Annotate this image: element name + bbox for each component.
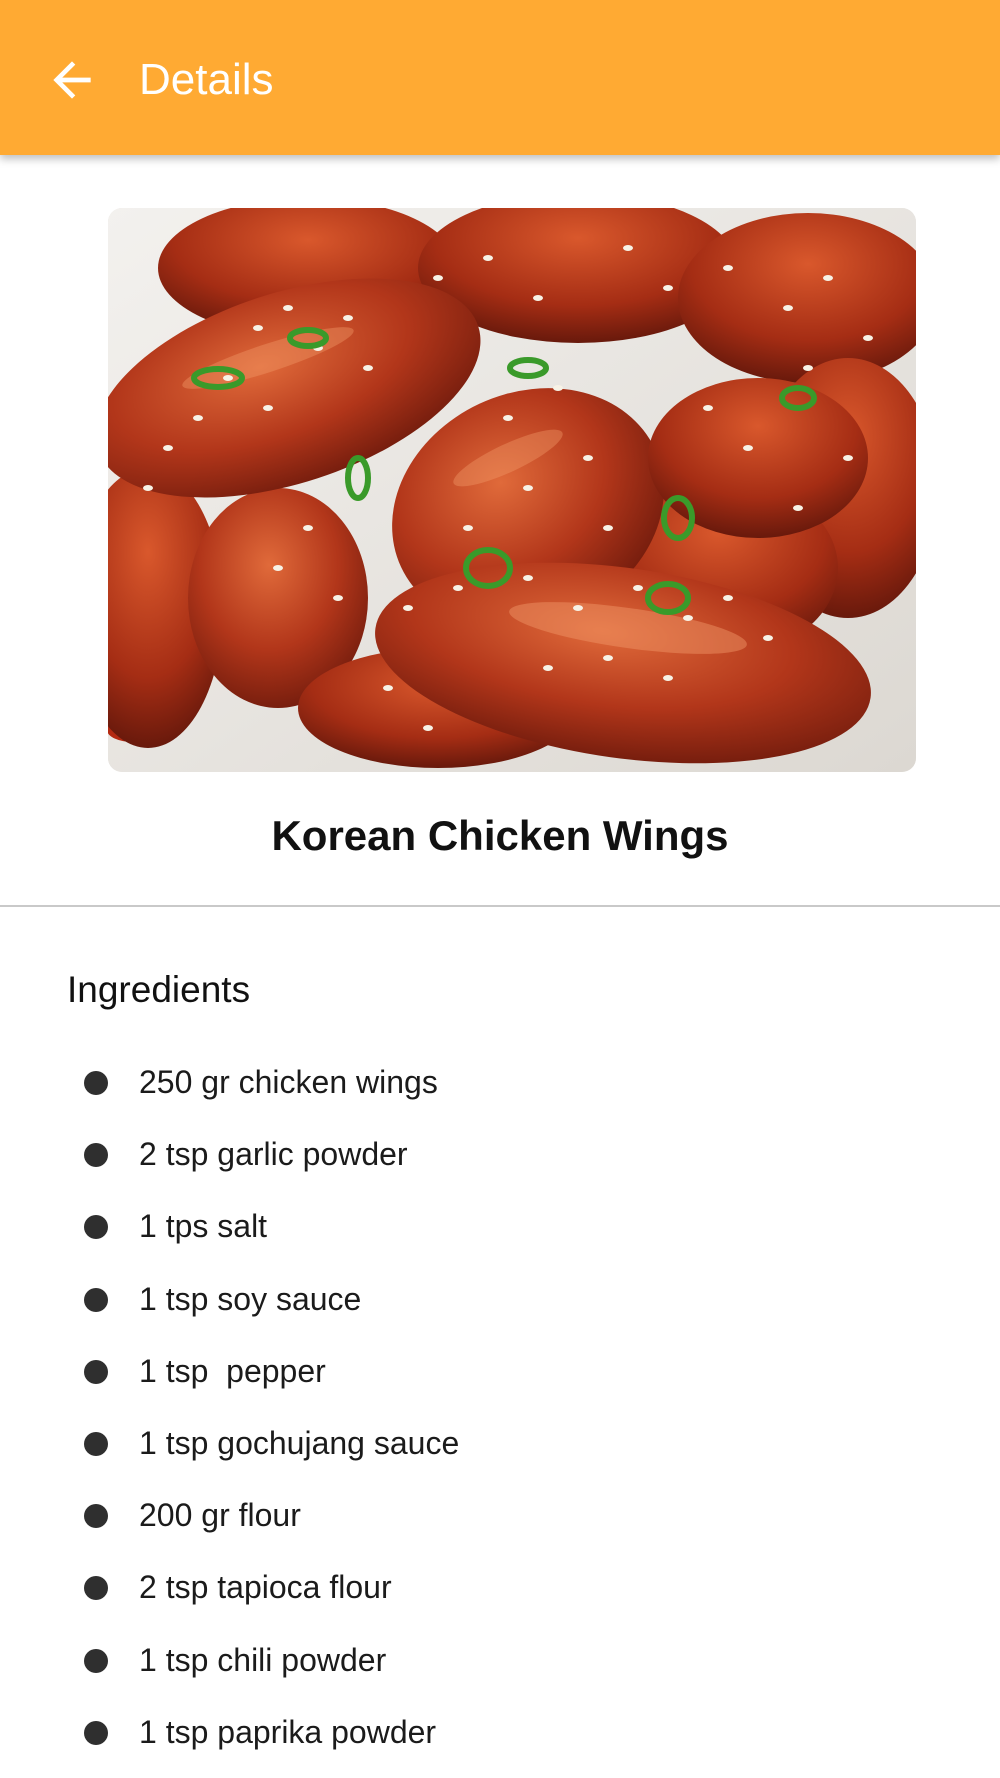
ingredient-text: 1 tsp pepper (139, 1352, 326, 1389)
ingredients-heading: Ingredients (67, 969, 251, 1010)
bullet-icon (84, 1504, 108, 1529)
bullet-icon (84, 1576, 108, 1601)
chicken-wings-image (108, 208, 916, 772)
bullet-icon (84, 1720, 108, 1745)
page-title: Details (139, 55, 274, 104)
ingredient-item: 1 tsp soy sauce (0, 1263, 1000, 1335)
bullet-icon (84, 1071, 108, 1095)
ingredient-text: 1 tsp soy sauce (139, 1280, 362, 1317)
bullet-icon (84, 1359, 108, 1384)
ingredient-item: 2 tsp garlic powder (0, 1118, 1000, 1190)
ingredient-text: 1 tsp gochujang sauce (139, 1424, 460, 1461)
bullet-icon (84, 1648, 108, 1673)
arrow-left-icon (53, 61, 91, 99)
ingredients-list: 250 gr chicken wings 2 tsp garlic powder… (0, 1046, 1000, 1768)
ingredient-text: 1 tsp chili powder (139, 1641, 387, 1678)
divider (0, 905, 1000, 907)
app-bar: Details (0, 0, 1000, 155)
ingredient-text: 2 tsp garlic powder (139, 1136, 408, 1173)
ingredient-text: 1 tsp paprika powder (139, 1713, 437, 1750)
bullet-icon (84, 1431, 108, 1456)
ingredient-item: 1 tsp pepper (0, 1335, 1000, 1407)
ingredient-item: 2 tsp tapioca flour (0, 1551, 1000, 1623)
ingredient-text: 2 tsp tapioca flour (139, 1569, 392, 1606)
bullet-icon (84, 1143, 108, 1168)
back-button[interactable] (40, 48, 104, 112)
ingredient-item: 1 tsp gochujang sauce (0, 1407, 1000, 1479)
ingredient-text: 250 gr chicken wings (139, 1064, 438, 1100)
bullet-icon (84, 1287, 108, 1312)
ingredient-item: 1 tsp paprika powder (0, 1696, 1000, 1768)
ingredient-item: 1 tps salt (0, 1190, 1000, 1262)
bullet-icon (84, 1215, 108, 1240)
ingredient-item: 250 gr chicken wings (0, 1046, 1000, 1118)
ingredient-item: 200 gr flour (0, 1479, 1000, 1551)
ingredient-text: 1 tps salt (139, 1208, 268, 1245)
recipe-image (108, 208, 916, 772)
ingredient-text: 200 gr flour (139, 1497, 301, 1534)
ingredient-item: 1 tsp chili powder (0, 1624, 1000, 1696)
recipe-title: Korean Chicken Wings (271, 812, 729, 859)
